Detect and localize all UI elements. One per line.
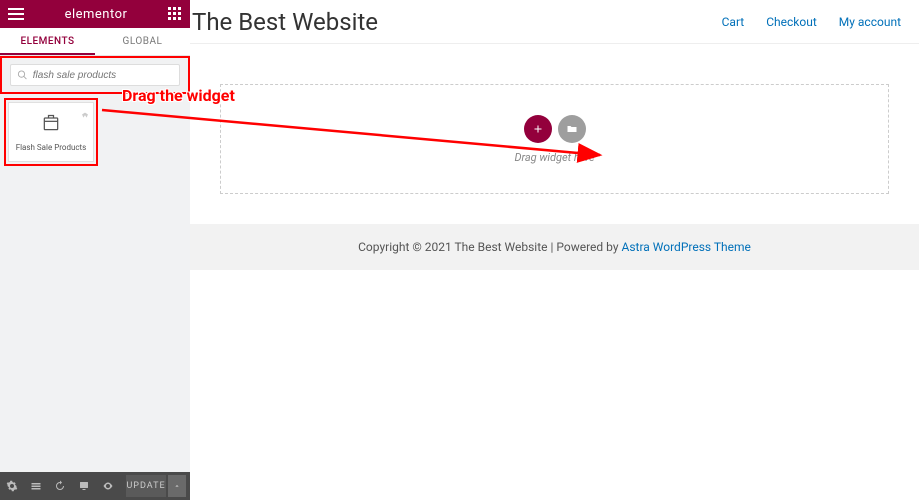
site-nav: Cart Checkout My account [722, 15, 901, 29]
dropzone-buttons [524, 115, 586, 143]
preview-canvas: The Best Website Cart Checkout My accoun… [190, 0, 919, 500]
hamburger-icon[interactable] [8, 8, 24, 20]
settings-button[interactable] [0, 472, 24, 500]
update-options-button[interactable] [168, 475, 186, 497]
widget-label: Flash Sale Products [16, 143, 87, 152]
add-section-button[interactable] [524, 115, 552, 143]
widget-search[interactable] [10, 64, 180, 86]
box-icon [41, 113, 61, 137]
navigator-button[interactable] [24, 472, 48, 500]
tab-elements[interactable]: ELEMENTS [0, 28, 95, 55]
pro-badge-icon [80, 106, 90, 125]
widget-flash-sale-products[interactable]: Flash Sale Products [8, 102, 94, 162]
responsive-button[interactable] [72, 472, 96, 500]
annotation-label: Drag the widget [122, 86, 235, 105]
footer-copyright: Copyright © 2021 The Best Website | Powe… [358, 240, 621, 254]
nav-account[interactable]: My account [839, 15, 901, 29]
sidebar-header: elementor [0, 0, 190, 28]
update-button[interactable]: UPDATE [126, 475, 166, 497]
nav-checkout[interactable]: Checkout [766, 15, 817, 29]
site-header: The Best Website Cart Checkout My accoun… [190, 0, 919, 44]
grid-icon[interactable] [168, 7, 182, 21]
template-button[interactable] [558, 115, 586, 143]
sidebar-tabs: ELEMENTS GLOBAL [0, 28, 190, 56]
nav-cart[interactable]: Cart [722, 15, 745, 29]
dropzone-hint: Drag widget here [514, 151, 594, 164]
search-icon [17, 69, 28, 81]
search-input[interactable] [33, 70, 173, 81]
edit-area: Drag widget here [190, 44, 919, 224]
site-title: The Best Website [192, 8, 378, 36]
preview-button[interactable] [96, 472, 120, 500]
brand-label: elementor [65, 7, 128, 22]
elementor-sidebar: elementor ELEMENTS GLOBAL Flash Sale Pro… [0, 0, 190, 500]
folder-icon [566, 123, 578, 135]
widgets-panel: Flash Sale Products [0, 94, 190, 170]
plus-icon [532, 123, 544, 135]
tab-global[interactable]: GLOBAL [95, 28, 190, 55]
section-dropzone[interactable]: Drag widget here [220, 84, 889, 194]
sidebar-footer: UPDATE [0, 472, 190, 500]
footer-theme-link[interactable]: Astra WordPress Theme [622, 240, 751, 254]
history-button[interactable] [48, 472, 72, 500]
site-footer: Copyright © 2021 The Best Website | Powe… [190, 224, 919, 270]
